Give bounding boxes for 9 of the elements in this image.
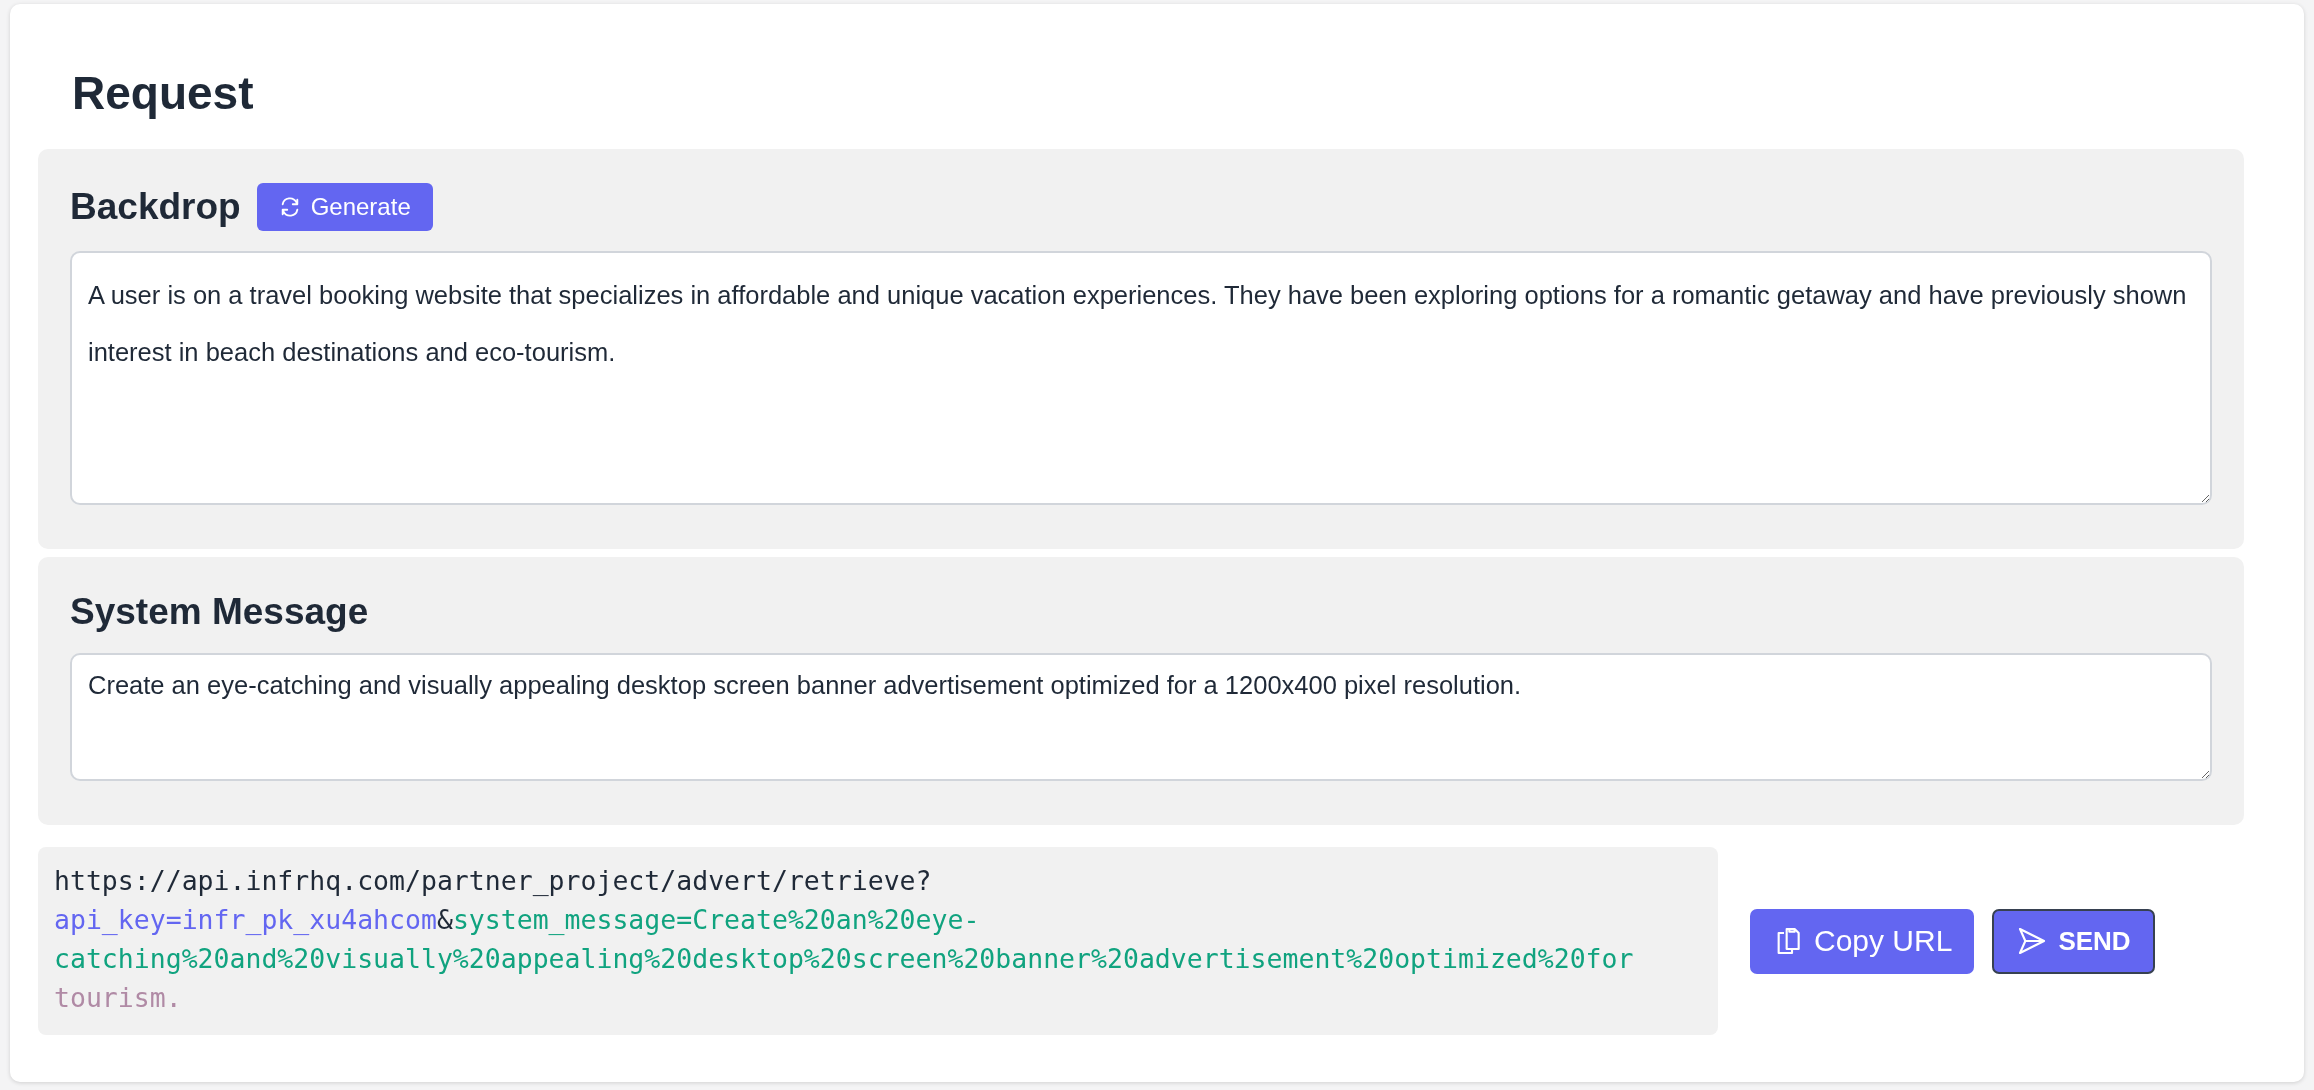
text-field[interactable]: A user is on a travel booking website that specializes in affordable and unique vacation experiences. They have been exploring options for a romantic getaway and have previously shown interest in beach destinations and eco-tourism. [70, 251, 2212, 506]
generate-button[interactable]: Generate [256, 183, 433, 232]
request-heading: Request [72, 66, 255, 121]
url-preview: https://api.infrhq.com/partner_project/advert/retrieve? api_key=infr_pk_xu4ahcom&system_message=Create%20an%20eye- catching%20and%20visually%20appealing%20desktop%20screen%20banner%20advertisement%20optimized%20for tourism. [38, 847, 1718, 1036]
section-heading: Backdrop [70, 186, 241, 229]
send-button[interactable]: SEND [1992, 908, 2155, 974]
text-field[interactable]: Create an eye-catching and visually appealing desktop screen banner advertisement optimized for a 1200x400 pixel resolution. [70, 653, 2212, 782]
copy-url-button[interactable]: Copy URL [1750, 908, 1975, 974]
section-heading: System Message [70, 591, 369, 634]
